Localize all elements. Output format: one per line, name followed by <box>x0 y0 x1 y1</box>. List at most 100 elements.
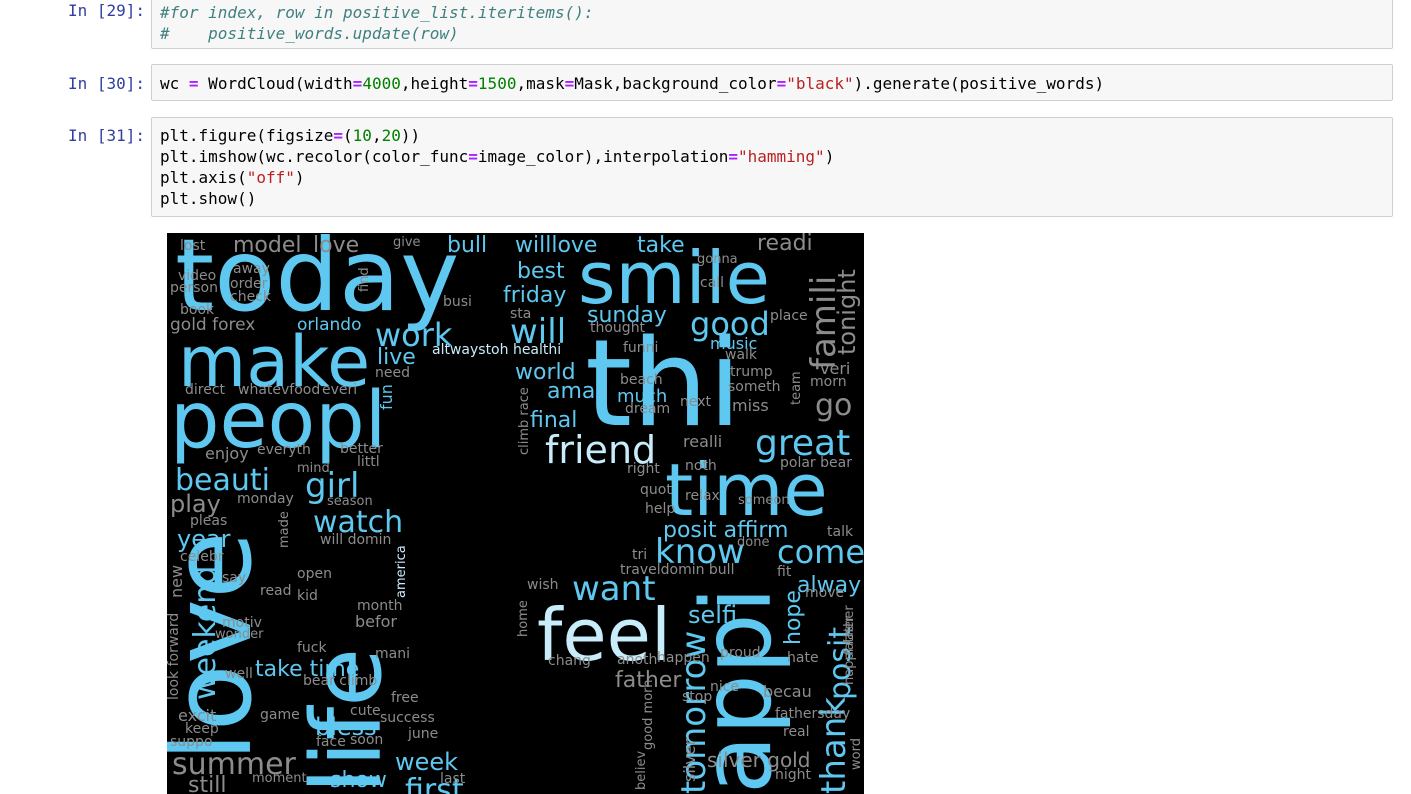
wordcloud-word: kid <box>297 588 318 604</box>
wordcloud-word: success <box>380 710 435 726</box>
code-token: 10 <box>352 126 372 145</box>
wordcloud-svg: todaythismilemakepeopllove life appitimefe… <box>167 233 864 794</box>
wordcloud-word: noth <box>685 458 717 474</box>
wordcloud-word: good morn <box>641 679 656 750</box>
code-token: # positive_words.update(row) <box>160 24 459 43</box>
wordcloud-word: proud <box>720 645 761 661</box>
wordcloud-word: anoth <box>617 652 657 668</box>
wordcloud-word: altwaystoh healthi <box>432 342 561 358</box>
wordcloud-word: right <box>627 461 660 477</box>
wordcloud-word: willlove <box>515 233 597 258</box>
wordcloud-word: dream <box>625 401 670 417</box>
wordcloud-word: made <box>277 511 292 548</box>
code-line: plt.axis("off") <box>160 167 1384 188</box>
wordcloud-word: team <box>789 371 804 405</box>
wordcloud-word: suppo <box>170 734 213 750</box>
code-token: ).generate(positive_words) <box>853 74 1105 93</box>
code-token: = <box>333 126 344 145</box>
code-token: 1500 <box>477 74 517 93</box>
code-line: plt.imshow(wc.recolor(color_func=image_c… <box>160 146 1384 167</box>
code-token: plt.axis( <box>160 168 247 187</box>
wordcloud-word: mani <box>375 646 410 662</box>
wordcloud-word: call <box>700 275 724 291</box>
code-token: = <box>728 147 738 166</box>
wordcloud-word: new <box>167 565 186 598</box>
wordcloud-word: believ <box>634 751 649 790</box>
code-token: = <box>564 74 575 93</box>
wordcloud-word: enjoy <box>205 444 249 463</box>
code-line: plt.show() <box>160 188 1384 209</box>
wordcloud-word: whatevfood <box>238 382 320 398</box>
wordcloud-word: mind <box>297 461 330 476</box>
code-token: ,mask <box>516 74 565 93</box>
wordcloud-word: model <box>233 233 302 258</box>
wordcloud-word: done <box>737 535 769 550</box>
wordcloud-word: trump <box>730 364 773 380</box>
wordcloud-output-image: today thi smile make peopl love life appi time fe… <box>167 233 864 794</box>
code-token: plt.imshow(wc.recolor(color_func <box>160 147 469 166</box>
code-editor[interactable]: plt.figure(figsize=(10,20)) plt.imshow(wc… <box>151 117 1393 217</box>
wordcloud-word: america <box>394 545 409 598</box>
wordcloud-word: tonight <box>833 269 861 355</box>
wordcloud-word: check <box>230 289 272 305</box>
wordcloud-word: well <box>225 666 253 682</box>
wordcloud-word: will domin <box>320 532 391 548</box>
wordcloud-word: walk <box>725 347 758 363</box>
wordcloud-word: talk <box>827 524 854 540</box>
wordcloud-word: cute <box>350 703 381 719</box>
code-token: ( <box>343 126 353 145</box>
wordcloud-word: everyth <box>257 442 311 458</box>
code-token: = <box>468 147 478 166</box>
code-token: = <box>776 74 787 93</box>
wordcloud-word: moment <box>252 771 307 786</box>
wordcloud-word: fuck <box>297 640 327 656</box>
wordcloud-word: quot <box>640 482 672 498</box>
wordcloud-word: funni <box>623 340 658 356</box>
wordcloud-word: friday <box>503 283 566 308</box>
code-token: ,height <box>400 74 469 93</box>
wordcloud-word: person <box>170 280 218 296</box>
wordcloud-word: monday <box>237 491 294 507</box>
wordcloud-word: home <box>516 600 531 637</box>
wordcloud-word: hate <box>787 650 819 666</box>
wordcloud-word: befor <box>355 612 397 631</box>
wordcloud-word: help <box>645 501 675 517</box>
code-line: # positive_words.update(row) <box>160 23 1384 44</box>
wordcloud-word: next <box>680 394 712 410</box>
wordcloud-word: season <box>327 494 373 509</box>
code-token: , <box>371 126 382 145</box>
wordcloud-word: stop <box>682 689 712 705</box>
code-token: )) <box>400 126 421 145</box>
code-token: #for index, row in positive_list.iterite… <box>160 3 594 22</box>
wordcloud-word: pleas <box>190 513 227 529</box>
wordcloud-word: fit <box>777 564 792 580</box>
code-token: wc <box>160 74 189 93</box>
wordcloud-word: best <box>517 259 565 284</box>
code-editor[interactable]: #for index, row in positive_list.iterite… <box>151 0 1393 49</box>
wordcloud-word: traveldomin bull <box>620 562 734 578</box>
wordcloud-word: everi <box>322 382 357 398</box>
code-token: "off" <box>246 168 295 187</box>
wordcloud-word: busi <box>443 294 472 310</box>
wordcloud-word: say <box>222 570 246 586</box>
wordcloud-word: free <box>391 690 419 706</box>
wordcloud-word: away <box>233 261 270 277</box>
wordcloud-word: sta <box>510 306 531 322</box>
wordcloud-word: fathersday <box>775 706 850 722</box>
wordcloud-word: night <box>775 767 812 783</box>
wordcloud-word: read <box>260 583 292 599</box>
wordcloud-word: hope <box>781 590 806 645</box>
code-token: = <box>188 74 199 93</box>
wordcloud-word: love <box>313 233 359 258</box>
wordcloud-word: someth <box>728 379 780 395</box>
wordcloud-word: wish <box>527 577 559 593</box>
wordcloud-word: give <box>393 235 421 250</box>
code-token: 4000 <box>362 74 401 93</box>
code-token: plt.show() <box>160 189 257 208</box>
wordcloud-word: posit affirm <box>663 518 788 543</box>
code-token: Mask,background_color <box>574 74 777 93</box>
wordcloud-word: realli <box>683 432 722 451</box>
code-token: "black" <box>786 74 854 93</box>
code-editor[interactable]: wc = WordCloud(width=4000,height=1500,ma… <box>151 64 1393 101</box>
wordcloud-word: final <box>530 408 577 433</box>
